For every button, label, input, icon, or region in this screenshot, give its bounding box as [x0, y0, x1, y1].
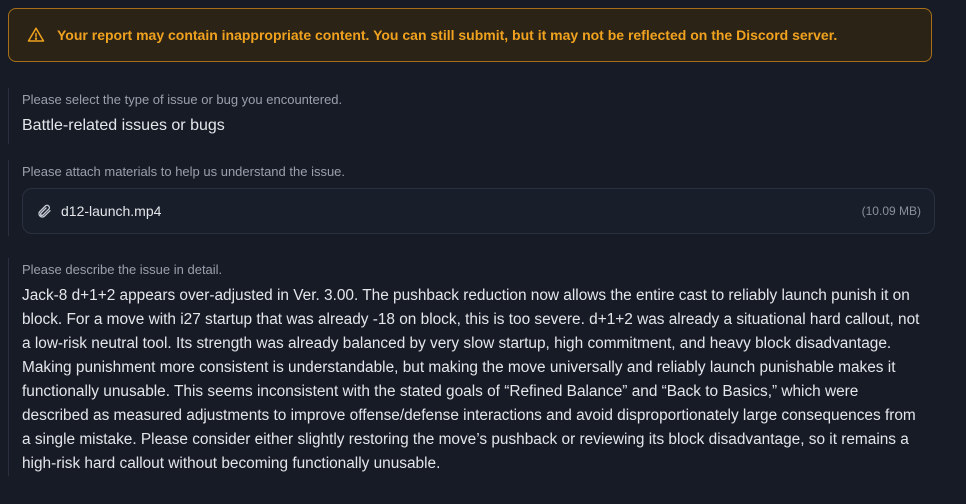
description-text: Jack-8 d+1+2 appears over-adjusted in Ve…	[22, 287, 920, 472]
warning-text: Your report may contain inappropriate co…	[57, 27, 838, 43]
description-section: Please describe the issue in detail. Jac…	[8, 258, 934, 476]
attachment-file-name: d12-launch.mp4	[61, 203, 162, 219]
issue-type-section: Please select the type of issue or bug y…	[8, 88, 934, 144]
attachment-file[interactable]: d12-launch.mp4 (10.09 MB)	[22, 188, 935, 234]
issue-type-value: Battle-related issues or bugs	[22, 117, 225, 134]
attachments-section: Please attach materials to help us under…	[8, 160, 935, 236]
paperclip-icon	[36, 203, 52, 219]
content-warning-banner: Your report may contain inappropriate co…	[8, 8, 932, 62]
description-label: Please describe the issue in detail.	[22, 262, 223, 277]
attachments-label: Please attach materials to help us under…	[22, 164, 346, 179]
warning-triangle-icon	[27, 26, 45, 44]
issue-type-label: Please select the type of issue or bug y…	[22, 92, 343, 107]
attachment-file-size: (10.09 MB)	[861, 204, 921, 218]
